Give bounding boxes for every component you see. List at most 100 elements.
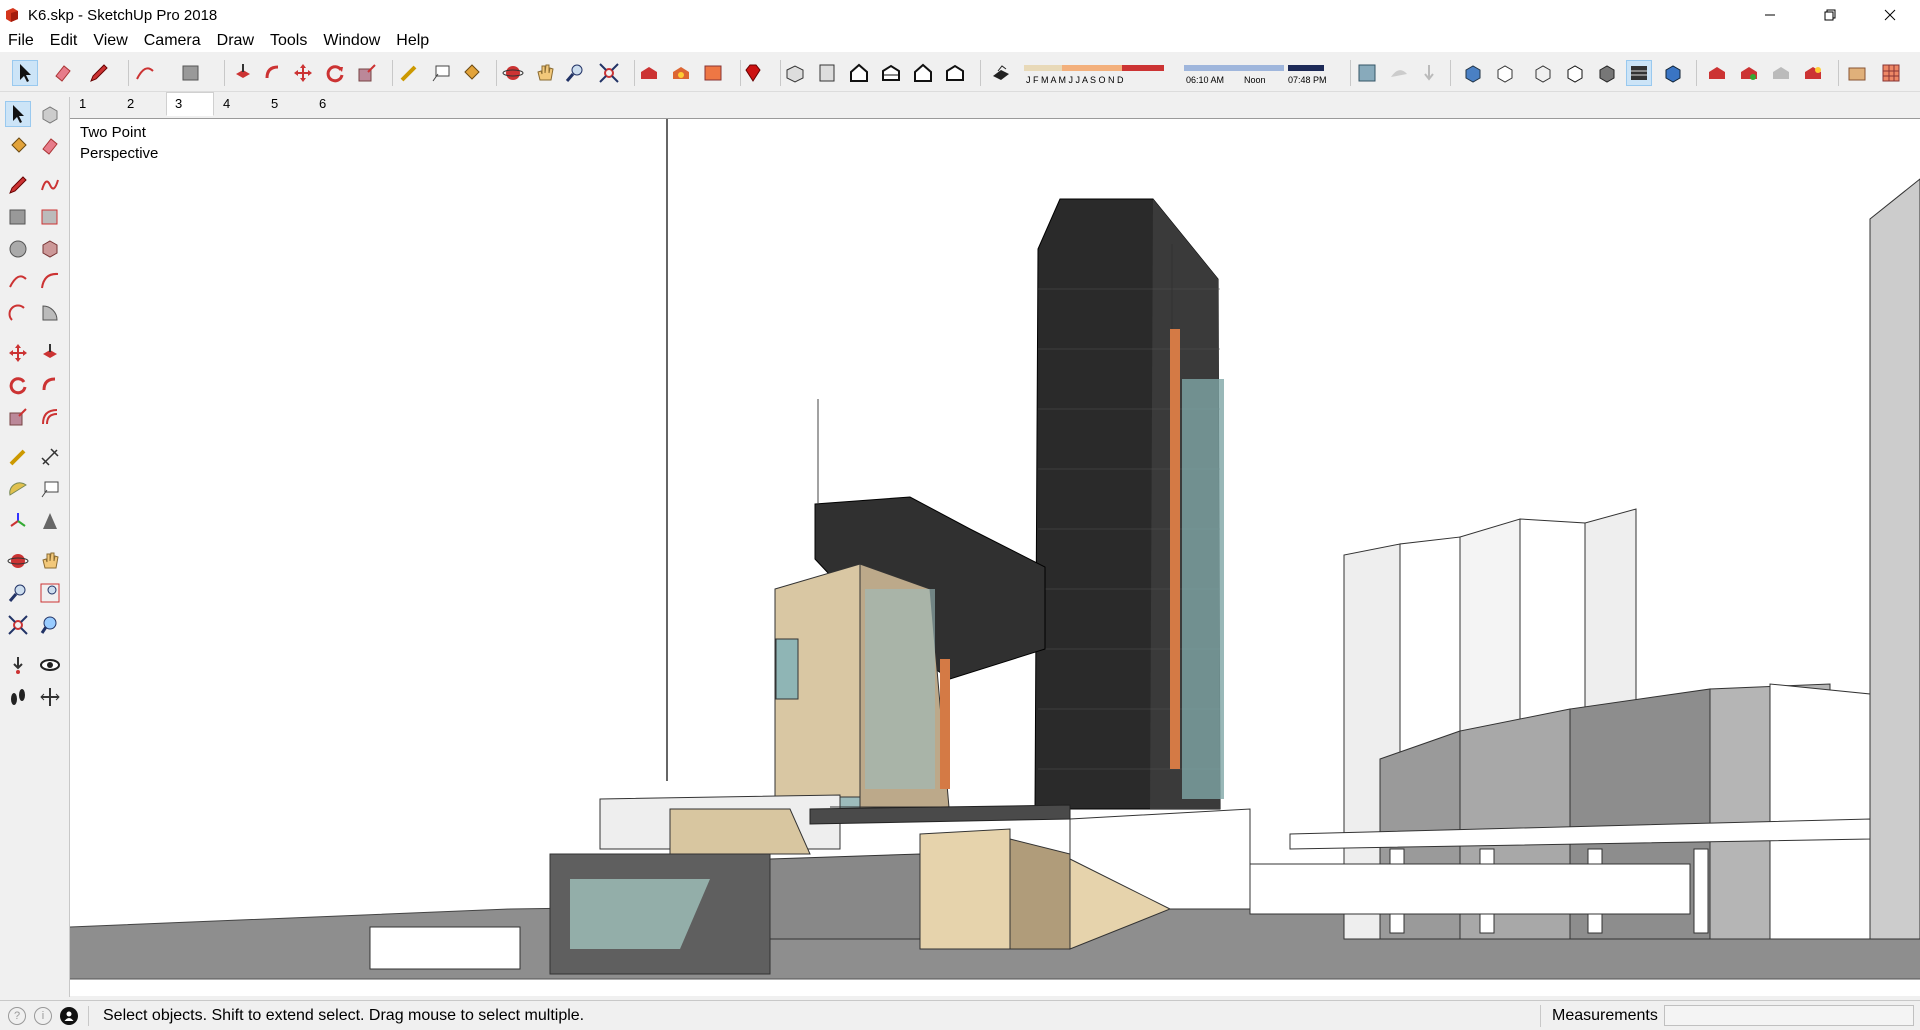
menu-help[interactable]: Help <box>388 30 437 52</box>
geo-location-status-icon[interactable]: ? <box>8 1006 26 1025</box>
restore-button[interactable] <box>1800 0 1860 30</box>
tape-measure-tool[interactable] <box>5 444 31 470</box>
plugin-button-3[interactable] <box>1768 60 1794 86</box>
orbit-tool[interactable] <box>5 548 31 574</box>
menu-edit[interactable]: Edit <box>42 30 86 52</box>
select-tool[interactable] <box>5 101 31 127</box>
front-view-button[interactable] <box>846 60 872 86</box>
rotate-tool[interactable] <box>5 372 31 398</box>
pan-tool[interactable] <box>37 548 63 574</box>
move-tool-button[interactable] <box>290 60 316 86</box>
zoom-window-tool[interactable] <box>37 580 63 606</box>
scale-tool-button[interactable] <box>354 60 380 86</box>
arc-tool-button[interactable] <box>132 60 158 86</box>
paint-bucket-button[interactable] <box>458 60 484 86</box>
freehand-tool[interactable] <box>37 172 63 198</box>
monochrome-style-button[interactable] <box>1660 60 1686 86</box>
3d-text-tool[interactable] <box>37 508 63 534</box>
position-camera-tool[interactable] <box>5 652 31 678</box>
rotated-rectangle-tool[interactable] <box>37 204 63 230</box>
extension-warehouse-button[interactable] <box>668 60 694 86</box>
eraser-tool-button[interactable] <box>50 60 76 86</box>
rotate-tool-button[interactable] <box>322 60 348 86</box>
move-tool[interactable] <box>5 340 31 366</box>
pan-button[interactable] <box>532 60 558 86</box>
walk-tool[interactable] <box>5 684 31 710</box>
zoom-extents-button[interactable] <box>596 60 622 86</box>
shadows-toggle-button[interactable] <box>988 60 1014 86</box>
xray-style-button[interactable] <box>1460 60 1486 86</box>
scene-tab-2[interactable]: 2 <box>118 92 166 116</box>
dimension-tool[interactable] <box>37 444 63 470</box>
iso-view-button[interactable] <box>782 60 808 86</box>
scene-tab-4[interactable]: 4 <box>214 92 262 116</box>
orbit-button[interactable] <box>500 60 526 86</box>
left-view-button[interactable] <box>942 60 968 86</box>
wireframe-style-button[interactable] <box>1530 60 1556 86</box>
two-point-arc-tool[interactable] <box>37 268 63 294</box>
user-account-icon[interactable] <box>60 1006 78 1025</box>
measurements-input[interactable] <box>1664 1005 1914 1026</box>
scene-tab-6[interactable]: 6 <box>310 92 358 116</box>
polygon-tool[interactable] <box>37 236 63 262</box>
follow-me-button[interactable] <box>260 60 286 86</box>
extension-manager-button[interactable] <box>740 60 766 86</box>
previous-view-tool[interactable] <box>37 612 63 638</box>
arc-tool[interactable] <box>5 268 31 294</box>
zoom-extents-tool[interactable] <box>5 612 31 638</box>
menu-tools[interactable]: Tools <box>262 30 315 52</box>
menu-file[interactable]: File <box>0 30 42 52</box>
three-point-arc-tool[interactable] <box>5 300 31 326</box>
text-tool-button[interactable] <box>428 60 454 86</box>
axes-tool[interactable] <box>5 508 31 534</box>
follow-me-tool[interactable] <box>37 372 63 398</box>
text-tool[interactable] <box>37 476 63 502</box>
sandbox-smoove-button[interactable] <box>1386 60 1412 86</box>
scene-tab-3[interactable]: 3 <box>166 92 214 116</box>
scene-tab-1[interactable]: 1 <box>70 92 118 116</box>
layout-button[interactable] <box>700 60 726 86</box>
menu-view[interactable]: View <box>85 30 135 52</box>
top-view-button[interactable] <box>814 60 840 86</box>
warehouse-button[interactable] <box>636 60 662 86</box>
circle-tool[interactable] <box>5 236 31 262</box>
plugin-button-5[interactable] <box>1844 60 1870 86</box>
shapes-tool-button[interactable] <box>178 60 204 86</box>
tape-measure-button[interactable] <box>396 60 422 86</box>
plugin-button-2[interactable] <box>1736 60 1762 86</box>
right-view-button[interactable] <box>878 60 904 86</box>
back-view-button[interactable] <box>910 60 936 86</box>
shadow-settings-bar[interactable]: J F M A M J J A S O N D 06:10 AM Noon 07… <box>1022 56 1332 90</box>
back-edges-style-button[interactable] <box>1492 60 1518 86</box>
menu-draw[interactable]: Draw <box>209 30 262 52</box>
plugin-button-1[interactable] <box>1704 60 1730 86</box>
scale-tool[interactable] <box>5 404 31 430</box>
minimize-button[interactable] <box>1740 0 1800 30</box>
offset-tool[interactable] <box>37 404 63 430</box>
push-pull-tool[interactable] <box>37 340 63 366</box>
make-component-tool[interactable] <box>37 101 63 127</box>
shaded-textures-style-button[interactable] <box>1626 60 1652 86</box>
credits-info-icon[interactable]: i <box>34 1006 52 1025</box>
select-tool-button[interactable] <box>12 60 38 86</box>
zoom-button[interactable] <box>562 60 588 86</box>
scene-tab-5[interactable]: 5 <box>262 92 310 116</box>
pie-tool[interactable] <box>37 300 63 326</box>
look-around-tool[interactable] <box>37 652 63 678</box>
line-tool[interactable] <box>5 172 31 198</box>
eraser-tool[interactable] <box>37 133 63 159</box>
line-tool-button[interactable] <box>86 60 112 86</box>
menu-camera[interactable]: Camera <box>136 30 209 52</box>
rectangle-tool[interactable] <box>5 204 31 230</box>
paint-bucket-tool[interactable] <box>5 133 31 159</box>
sandbox-drape-button[interactable] <box>1416 60 1442 86</box>
hidden-line-style-button[interactable] <box>1562 60 1588 86</box>
zoom-tool[interactable] <box>5 580 31 606</box>
protractor-tool[interactable] <box>5 476 31 502</box>
shaded-style-button[interactable] <box>1594 60 1620 86</box>
close-button[interactable] <box>1860 0 1920 30</box>
menu-window[interactable]: Window <box>315 30 388 52</box>
modeling-viewport[interactable]: Two Point Perspective <box>70 118 1920 996</box>
push-pull-button[interactable] <box>230 60 256 86</box>
plugin-button-6[interactable] <box>1878 60 1904 86</box>
